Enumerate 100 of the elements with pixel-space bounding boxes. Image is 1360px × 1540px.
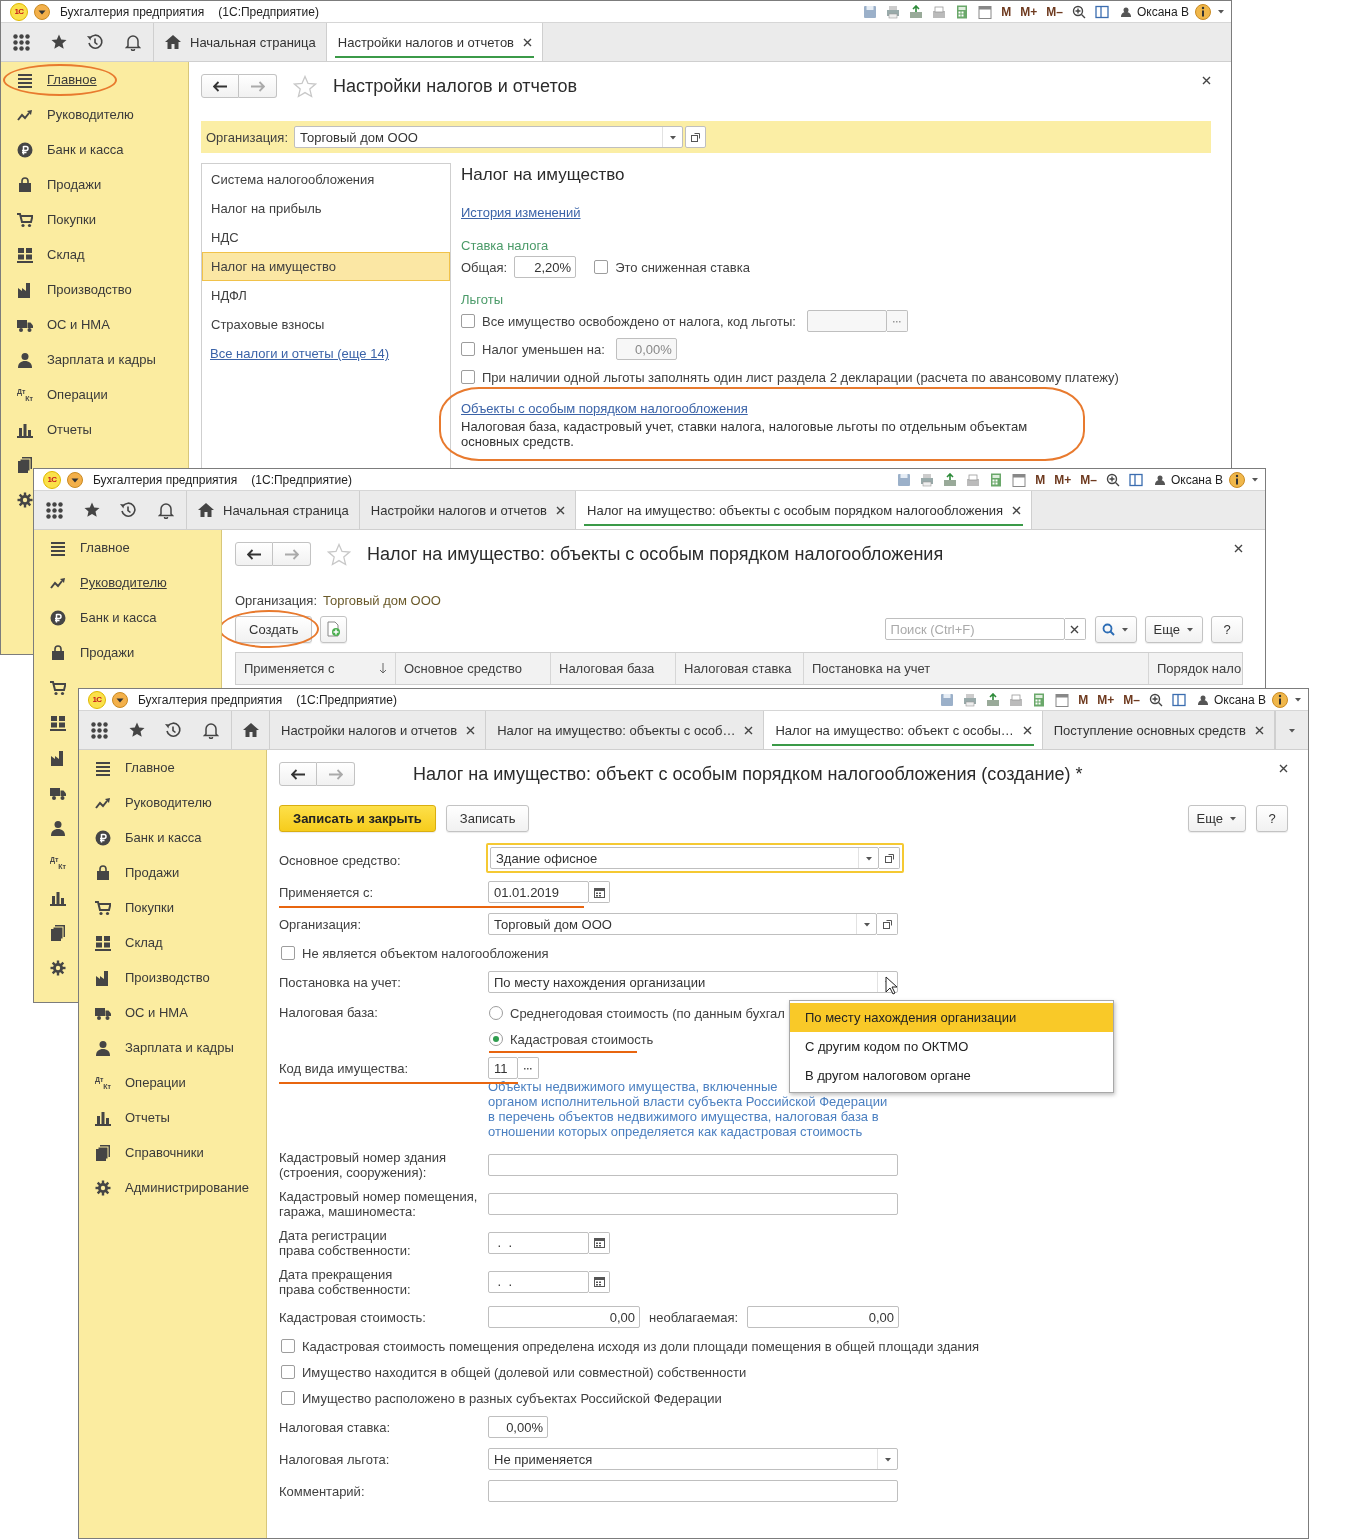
- tab[interactable]: Налог на имущество: объект с особы…: [764, 711, 1043, 749]
- star-icon[interactable]: [128, 722, 145, 738]
- date-field[interactable]: . .: [488, 1270, 589, 1293]
- tab[interactable]: Настройки налогов и отчетов: [270, 711, 487, 749]
- input-field[interactable]: [488, 1153, 898, 1176]
- sidebar-item[interactable]: Зарплата и кадры: [1, 342, 188, 377]
- sidebar-item[interactable]: Главное: [34, 530, 221, 565]
- history-icon[interactable]: [120, 502, 137, 518]
- sidebar-item[interactable]: Справочники: [79, 1135, 266, 1170]
- clear-button[interactable]: [1064, 618, 1086, 640]
- rate-field[interactable]: 2,20%: [514, 256, 577, 278]
- sidebar-item[interactable]: Зарплата и кадры: [79, 1030, 266, 1065]
- memory-button[interactable]: M: [1035, 472, 1046, 487]
- calendar-icon[interactable]: [1055, 692, 1070, 707]
- rate-field[interactable]: 0,00%: [488, 1416, 548, 1438]
- column-header[interactable]: Порядок нало: [1149, 653, 1242, 684]
- close-icon[interactable]: [523, 37, 532, 47]
- apps-icon[interactable]: [91, 721, 108, 739]
- create-button[interactable]: Создать: [235, 615, 313, 643]
- star-icon[interactable]: [327, 542, 351, 566]
- back-button[interactable]: [201, 74, 239, 98]
- nav-item[interactable]: НДФЛ: [202, 281, 450, 310]
- zoom-icon[interactable]: [1148, 692, 1163, 707]
- nav-item[interactable]: Страховые взносы: [202, 310, 450, 339]
- star-icon[interactable]: [293, 74, 317, 98]
- special-objects-link[interactable]: Объекты с особым порядком налогообложения: [461, 401, 748, 416]
- menu-button-icon[interactable]: [112, 691, 128, 708]
- history-icon[interactable]: [87, 34, 104, 50]
- bell-icon[interactable]: [157, 501, 174, 519]
- sidebar-item[interactable]: Продажи: [1, 167, 188, 202]
- calendar-icon[interactable]: [978, 4, 993, 19]
- dropdown-option[interactable]: По месту нахождения организации: [790, 1003, 1113, 1032]
- upload-icon[interactable]: [943, 472, 958, 487]
- sidebar-item[interactable]: Отчеты: [1, 412, 188, 447]
- input-field[interactable]: [488, 1192, 898, 1215]
- checkbox[interactable]: [461, 370, 475, 384]
- info-icon[interactable]: [1229, 471, 1245, 488]
- search-button[interactable]: [1094, 615, 1137, 643]
- calendar-button[interactable]: [589, 1270, 610, 1293]
- memory-button[interactable]: M+: [1020, 4, 1038, 19]
- calculator-icon[interactable]: [1032, 692, 1047, 707]
- column-header[interactable]: Налоговая база: [551, 653, 676, 684]
- tab[interactable]: Поступление основных средств: [1042, 711, 1275, 749]
- sidebar-item[interactable]: Производство: [79, 960, 266, 995]
- close-icon[interactable]: [1022, 725, 1032, 735]
- dropdown-field[interactable]: Не применяется: [488, 1448, 898, 1470]
- sidebar-item[interactable]: Главное: [79, 750, 266, 785]
- sidebar-item[interactable]: Покупки: [1, 202, 188, 237]
- sidebar-item[interactable]: Покупки: [79, 890, 266, 925]
- sidebar-item[interactable]: Руководителю: [34, 565, 221, 600]
- close-icon[interactable]: [1234, 544, 1243, 553]
- menu-button-icon[interactable]: [67, 471, 83, 488]
- sidebar-item[interactable]: Банк и касса: [34, 600, 221, 635]
- date-field[interactable]: 01.01.2019: [488, 881, 589, 903]
- bell-icon[interactable]: [124, 33, 141, 51]
- close-icon[interactable]: [1254, 725, 1264, 735]
- home-tab[interactable]: Начальная страница: [154, 23, 327, 61]
- radio-button[interactable]: [489, 1032, 503, 1046]
- info-icon[interactable]: [1272, 691, 1288, 708]
- column-header[interactable]: Основное средство: [396, 653, 551, 684]
- date-field[interactable]: . .: [488, 1231, 589, 1254]
- back-button[interactable]: [235, 542, 273, 566]
- open-button[interactable]: [879, 847, 900, 869]
- zoom-icon[interactable]: [1105, 472, 1120, 487]
- open-button[interactable]: [877, 913, 898, 935]
- memory-button[interactable]: M: [1078, 692, 1089, 707]
- column-header[interactable]: Постановка на учет: [804, 653, 1149, 684]
- history-icon[interactable]: [165, 722, 182, 738]
- home-tab[interactable]: Начальная страница: [187, 491, 360, 529]
- dropdown-field[interactable]: Торговый дом ООО: [294, 126, 684, 148]
- checkbox[interactable]: [281, 1365, 295, 1379]
- save-button[interactable]: Записать: [445, 804, 530, 832]
- memory-button[interactable]: M+: [1054, 472, 1072, 487]
- sidebar-item[interactable]: ОС и НМА: [79, 995, 266, 1030]
- nav-item[interactable]: НДС: [202, 223, 450, 252]
- calculator-icon[interactable]: [989, 472, 1004, 487]
- checkbox[interactable]: [594, 260, 609, 274]
- benefit-code-field[interactable]: [806, 310, 887, 332]
- sidebar-item[interactable]: Руководителю: [79, 785, 266, 820]
- memory-button[interactable]: M: [1001, 4, 1012, 19]
- apps-icon[interactable]: [13, 33, 30, 51]
- sidebar-item[interactable]: Руководителю: [1, 97, 188, 132]
- menu-button-icon[interactable]: [34, 3, 50, 20]
- print-icon[interactable]: [886, 4, 901, 19]
- amount-field[interactable]: 0,00: [488, 1306, 640, 1328]
- open-button[interactable]: [685, 126, 707, 148]
- help-button[interactable]: ?: [1211, 615, 1243, 643]
- print-icon[interactable]: [920, 472, 935, 487]
- nav-item[interactable]: Система налогообложения: [202, 165, 450, 194]
- upload-icon[interactable]: [909, 4, 924, 19]
- panel-icon[interactable]: [1128, 472, 1143, 487]
- memory-button[interactable]: M–: [1046, 4, 1063, 19]
- nav-item[interactable]: Налог на имущество: [202, 252, 450, 281]
- reduction-field[interactable]: 0,00%: [615, 338, 677, 360]
- code-field[interactable]: 11: [488, 1057, 518, 1079]
- close-icon[interactable]: [556, 505, 565, 515]
- panel-icon[interactable]: [1171, 692, 1186, 707]
- sidebar-item[interactable]: Главное: [1, 62, 188, 97]
- close-icon[interactable]: [1012, 505, 1022, 515]
- sidebar-item[interactable]: ОС и НМА: [1, 307, 188, 342]
